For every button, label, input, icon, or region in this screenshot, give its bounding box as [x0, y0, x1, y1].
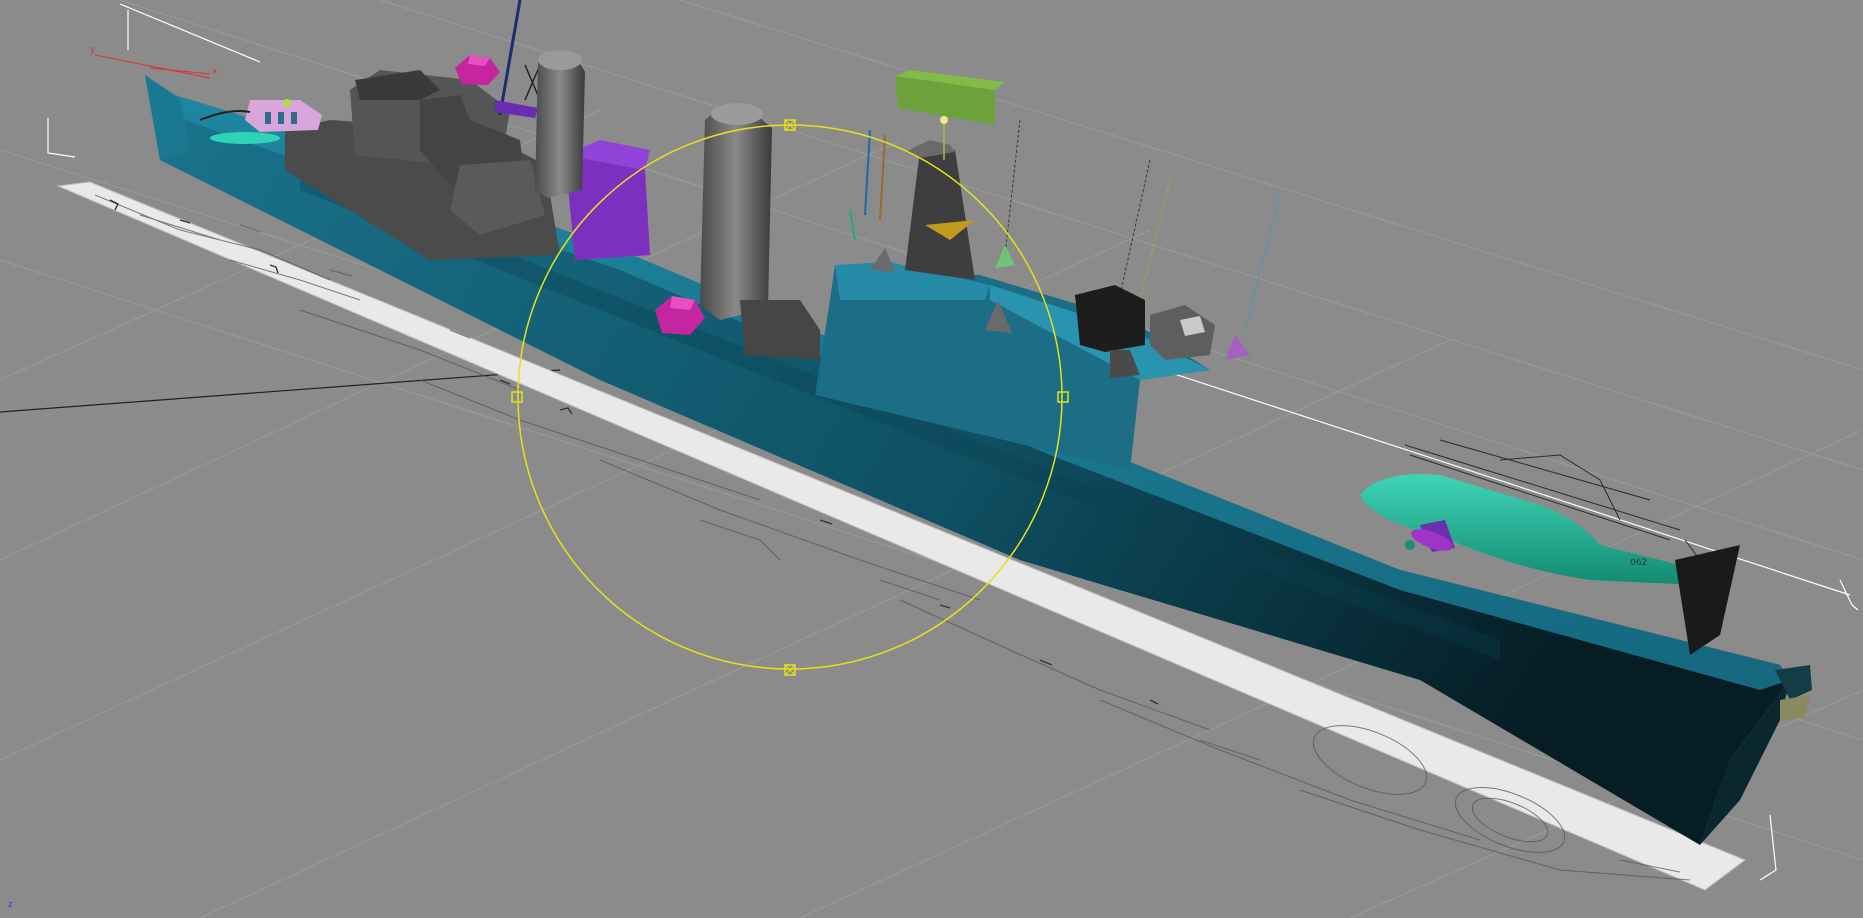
world-axis-line: [0, 369, 561, 413]
scene-canvas[interactable]: 062 x y: [0, 0, 1863, 918]
svg-text:062: 062: [1630, 558, 1647, 568]
corner-axis-z-label: z: [8, 900, 13, 910]
pivot-axes: x y: [90, 45, 218, 79]
pivot-y-label: y: [90, 45, 96, 55]
pivot-x-label: x: [212, 67, 218, 77]
perspective-viewport[interactable]: 062 x y z: [0, 0, 1863, 918]
